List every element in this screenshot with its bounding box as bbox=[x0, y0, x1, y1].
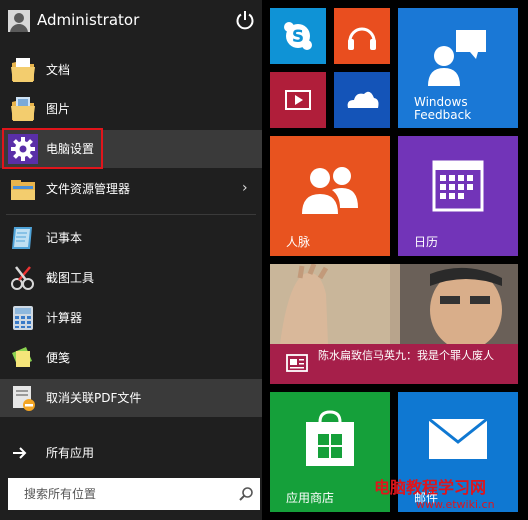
menu-item-documents[interactable]: 文档 bbox=[0, 51, 262, 89]
newspaper-icon bbox=[286, 354, 308, 372]
menu-item-notepad[interactable]: 记事本 bbox=[0, 219, 262, 257]
news-tile[interactable]: 陈水扁致信马英九：我是个罪人废人 bbox=[270, 264, 518, 384]
highlight-box bbox=[2, 128, 103, 169]
search-box[interactable] bbox=[8, 478, 260, 510]
pictures-folder-icon bbox=[11, 97, 35, 121]
menu-item-sticky-notes[interactable]: 便笺 bbox=[0, 339, 262, 377]
menu-item-label: 文件资源管理器 bbox=[46, 182, 131, 196]
documents-folder-icon bbox=[11, 58, 35, 82]
user-avatar bbox=[8, 10, 30, 32]
user-account-row[interactable]: Administrator bbox=[0, 0, 262, 40]
sticky-notes-icon bbox=[12, 347, 32, 367]
start-menu-left-panel: Administrator 文档 图片 电脑设置 文件资源管理器 › 记事本 截… bbox=[0, 0, 262, 520]
feedback-people-icon bbox=[428, 30, 486, 86]
site-watermark-url: www.etwiki.cn bbox=[416, 498, 495, 511]
site-watermark: 电脑教程学习网 bbox=[374, 478, 487, 497]
news-photo bbox=[270, 264, 518, 344]
menu-item-label: 便笺 bbox=[46, 351, 71, 365]
skype-tile[interactable]: S bbox=[270, 8, 326, 64]
music-tile[interactable] bbox=[334, 8, 390, 64]
menu-item-label: 图片 bbox=[46, 102, 71, 116]
divider bbox=[6, 214, 256, 215]
power-icon[interactable] bbox=[234, 9, 256, 31]
skype-icon: S bbox=[284, 22, 312, 50]
menu-item-label: 取消关联PDF文件 bbox=[46, 391, 142, 405]
menu-item-unassociate-pdf[interactable]: 取消关联PDF文件 bbox=[0, 379, 262, 417]
store-tile[interactable]: 应用商店 bbox=[270, 392, 390, 512]
tile-label: 应用商店 bbox=[286, 491, 335, 505]
all-apps-button[interactable]: 所有应用 bbox=[0, 434, 262, 472]
news-headline: 陈水扁致信马英九：我是个罪人废人 bbox=[318, 349, 494, 362]
onedrive-tile[interactable] bbox=[334, 72, 390, 128]
video-icon bbox=[285, 90, 311, 110]
calendar-icon bbox=[432, 160, 484, 212]
people-icon bbox=[302, 167, 358, 214]
calendar-tile[interactable]: 日历 bbox=[398, 136, 518, 256]
store-bag-icon bbox=[306, 410, 354, 466]
user-name: Administrator bbox=[37, 11, 140, 29]
menu-item-file-explorer[interactable]: 文件资源管理器 › bbox=[0, 170, 262, 208]
search-icon[interactable] bbox=[238, 486, 254, 502]
menu-item-calculator[interactable]: 计算器 bbox=[0, 299, 262, 337]
menu-item-label: 计算器 bbox=[46, 311, 83, 325]
windows-feedback-tile[interactable]: Windows Feedback bbox=[398, 8, 518, 128]
notepad-icon bbox=[12, 227, 32, 249]
people-tile[interactable]: 人脉 bbox=[270, 136, 390, 256]
menu-item-label: 文档 bbox=[46, 63, 71, 77]
tile-label: 日历 bbox=[414, 235, 439, 249]
tile-label: 人脉 bbox=[286, 235, 311, 249]
search-input[interactable] bbox=[24, 485, 224, 503]
calculator-icon bbox=[13, 306, 33, 330]
tile-label-line2: Feedback bbox=[414, 108, 472, 122]
chevron-right-icon[interactable]: › bbox=[242, 180, 248, 196]
menu-item-snipping-tool[interactable]: 截图工具 bbox=[0, 259, 262, 297]
all-apps-label: 所有应用 bbox=[46, 446, 95, 460]
arrow-right-icon bbox=[13, 447, 27, 459]
file-explorer-icon bbox=[11, 180, 35, 200]
menu-item-label: 截图工具 bbox=[46, 271, 95, 285]
cloud-icon bbox=[347, 91, 379, 108]
mail-envelope-icon bbox=[428, 418, 488, 459]
headphones-icon bbox=[348, 27, 376, 50]
unassociate-file-icon bbox=[13, 386, 35, 411]
svg-text:S: S bbox=[292, 27, 304, 47]
scissors-icon bbox=[11, 266, 34, 290]
video-tile[interactable] bbox=[270, 72, 326, 128]
menu-item-pictures[interactable]: 图片 bbox=[0, 90, 262, 128]
menu-item-label: 记事本 bbox=[46, 231, 83, 245]
